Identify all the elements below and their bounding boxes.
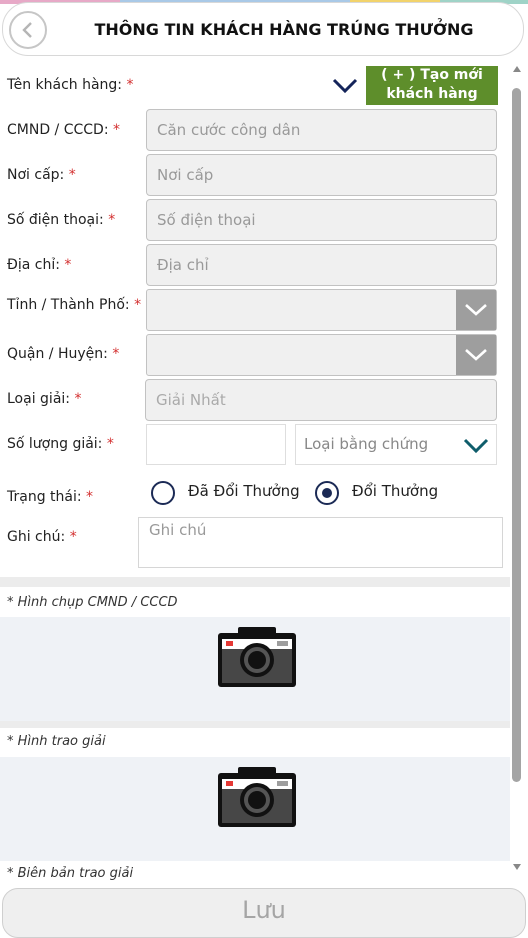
header-bar: THÔNG TIN KHÁCH HÀNG TRÚNG THƯỞNG	[2, 2, 524, 56]
scrollbar-thumb[interactable]	[512, 88, 521, 782]
camera-icon[interactable]	[218, 767, 296, 827]
page-title: THÔNG TIN KHÁCH HÀNG TRÚNG THƯỞNG	[94, 20, 474, 39]
create-customer-button[interactable]: ( + ) Tạo mới khách hàng	[366, 66, 498, 105]
prize-quantity-input[interactable]	[146, 424, 286, 465]
id-photo-upload-area[interactable]	[0, 617, 510, 721]
id-number-input[interactable]: Căn cước công dân	[146, 109, 497, 151]
section-divider	[0, 721, 510, 728]
province-dropdown-button[interactable]	[456, 290, 496, 330]
chevron-down-icon	[332, 78, 358, 94]
back-button[interactable]	[9, 11, 47, 49]
phone-input[interactable]: Số điện thoại	[146, 199, 497, 241]
address-label: Địa chỉ: *	[7, 257, 72, 273]
id-number-label: CMND / CCCD: *	[7, 122, 121, 138]
province-select[interactable]	[146, 289, 497, 331]
award-photo-section-title: * Hình trao giải	[7, 734, 106, 749]
district-label: Quận / Huyện: *	[7, 346, 120, 362]
district-select[interactable]	[146, 334, 497, 376]
save-button[interactable]: Lưu	[2, 888, 526, 938]
customer-name-label: Tên khách hàng: *	[7, 77, 134, 93]
award-photo-upload-area[interactable]	[0, 757, 510, 861]
scroll-down-arrow-icon[interactable]	[513, 864, 521, 870]
district-dropdown-button[interactable]	[456, 335, 496, 375]
status-radio-redeem[interactable]	[315, 481, 339, 505]
scroll-up-arrow-icon[interactable]	[513, 66, 521, 72]
status-option-redeemed[interactable]: Đã Đổi Thưởng	[188, 482, 300, 500]
province-label: Tỉnh / Thành Phố: *	[7, 297, 142, 313]
status-radio-redeemed[interactable]	[151, 481, 175, 505]
note-textarea[interactable]: Ghi chú	[138, 517, 503, 568]
customer-name-select[interactable]	[146, 66, 362, 106]
chevron-down-icon	[463, 438, 489, 454]
radio-selected-dot	[322, 488, 332, 498]
prize-type-field: Giải Nhất	[145, 379, 497, 421]
issue-place-label: Nơi cấp: *	[7, 167, 76, 183]
phone-label: Số điện thoại: *	[7, 212, 116, 228]
prize-quantity-label: Số lượng giải: *	[7, 436, 114, 452]
status-label: Trạng thái: *	[7, 489, 94, 505]
note-placeholder: Ghi chú	[149, 521, 207, 539]
prize-type-label: Loại giải: *	[7, 391, 82, 407]
note-label: Ghi chú: *	[7, 529, 77, 545]
issue-place-input[interactable]: Nơi cấp	[146, 154, 497, 196]
vertical-scrollbar[interactable]	[510, 66, 528, 876]
evidence-type-select[interactable]: Loại bằng chứng	[295, 424, 497, 465]
chevron-down-icon	[465, 349, 487, 361]
status-option-redeem[interactable]: Đổi Thưởng	[352, 482, 438, 500]
award-minutes-section-title: * Biên bản trao giải	[7, 866, 134, 881]
evidence-type-placeholder: Loại bằng chứng	[304, 435, 429, 453]
id-photo-section-title: * Hình chụp CMND / CCCD	[7, 595, 178, 610]
camera-icon[interactable]	[218, 627, 296, 687]
chevron-left-icon	[22, 22, 32, 38]
address-input[interactable]: Địa chỉ	[146, 244, 497, 286]
section-divider	[0, 577, 510, 587]
chevron-down-icon	[465, 304, 487, 316]
